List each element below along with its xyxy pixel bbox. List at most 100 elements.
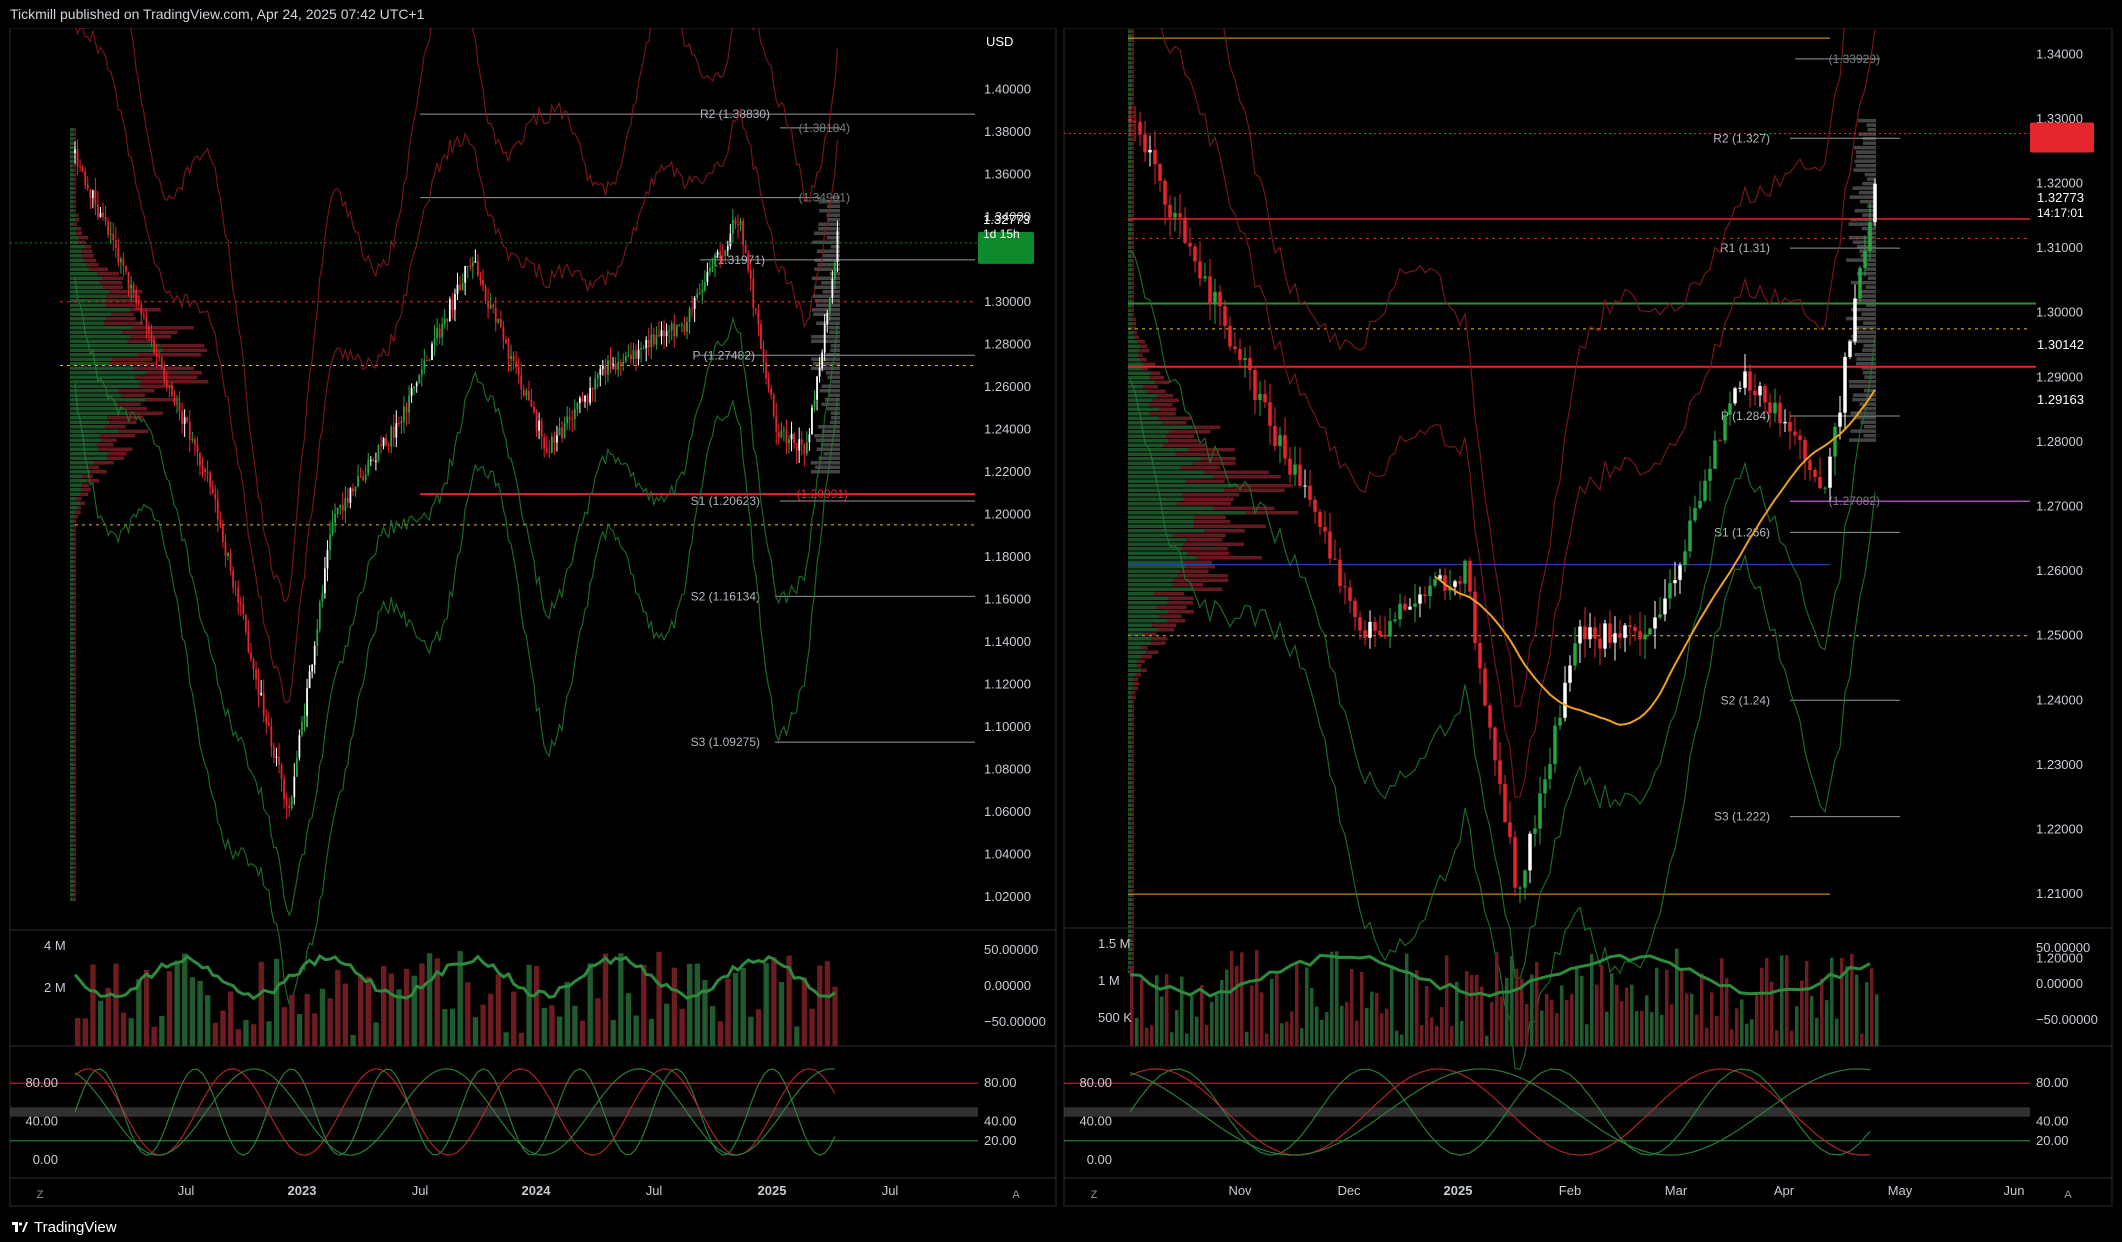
candle-body	[191, 439, 194, 441]
volume-profile-bar-up	[70, 461, 95, 465]
volume-profile-bar-down	[1132, 227, 1134, 231]
volume-profile-bar-down	[1131, 196, 1134, 200]
volume-profile-bar-down	[73, 186, 76, 190]
session-profile-bar	[1860, 253, 1876, 258]
volume-profile-bar-down	[1131, 848, 1134, 852]
right-scale-corner-z[interactable]: Z	[1091, 1189, 1098, 1201]
volume-profile-bar-up	[1128, 47, 1132, 51]
price-axis-label: 1.14000	[984, 634, 1031, 649]
volume-profile-bar-down	[1151, 637, 1168, 641]
volume-profile-bar-down	[73, 200, 76, 204]
candle-body	[831, 279, 834, 298]
left-scale-corner-z[interactable]: Z	[37, 1189, 44, 1201]
candle-body	[1318, 511, 1322, 527]
left-scale-corner-a[interactable]: A	[1012, 1189, 1020, 1201]
candle-body	[1633, 626, 1637, 632]
volume-osc-axis-label: 50.00000	[2036, 940, 2090, 955]
candle-body	[436, 328, 438, 339]
volume-bar	[1755, 993, 1759, 1046]
volume-profile-bar-up	[1128, 560, 1184, 564]
volume-profile-bar-down	[1131, 61, 1134, 65]
candle-body	[760, 324, 762, 350]
volume-profile-bar-down	[1130, 821, 1134, 825]
session-profile-bar	[1861, 312, 1876, 316]
candle-body	[1348, 587, 1352, 601]
candle-body	[487, 301, 489, 309]
volume-profile-bar-up	[70, 236, 79, 240]
session-profile-bar	[810, 470, 840, 474]
right-chart-panel[interactable]: 1.350001.340001.330001.320001.310001.300…	[1063, 28, 2113, 1207]
volume-profile-bar-down	[1130, 907, 1134, 911]
candle-body	[640, 348, 642, 350]
volume-profile-bar-down	[130, 308, 161, 312]
volume-profile-bar-up	[70, 425, 106, 429]
volume-profile-bar-up	[70, 821, 74, 825]
volume-profile-bar-down	[1137, 353, 1143, 357]
time-axis-label: 2024	[522, 1183, 552, 1198]
volume-profile-bar-up	[1128, 592, 1154, 596]
volume-bar	[1650, 1012, 1654, 1046]
right-scale-corner-a[interactable]: A	[2064, 1189, 2072, 1201]
volume-bar	[258, 961, 264, 1046]
volume-profile-bar-up	[1128, 754, 1131, 758]
volume-profile-bar-up	[1128, 718, 1132, 722]
volume-profile-bar-up	[70, 713, 74, 717]
volume-profile-bar-up	[1128, 425, 1193, 429]
candle-body	[94, 190, 97, 205]
volume-bar	[1695, 1014, 1699, 1046]
volume-profile-bar-down	[73, 641, 76, 645]
candle-body	[1533, 828, 1537, 834]
candle-body	[1503, 783, 1507, 823]
volume-profile-bar-down	[1131, 313, 1134, 317]
price-axis-label: 1.06000	[984, 804, 1031, 819]
volume-profile-bar-up	[1128, 214, 1132, 218]
volume-profile-bar-up	[70, 497, 77, 501]
chart-canvas[interactable]: 1.400001.380001.360001.340001.320001.300…	[0, 28, 2122, 1214]
volume-bar	[1410, 972, 1414, 1046]
volume-profile-bar-down	[73, 632, 76, 636]
volume-bar	[1185, 1033, 1189, 1046]
volume-profile-bar-down	[74, 848, 76, 852]
volume-bar	[503, 1032, 509, 1046]
candle-body	[456, 284, 459, 295]
price-axis-label: 1.26000	[984, 379, 1031, 394]
volume-profile-bar-down	[1172, 533, 1226, 537]
candle-body	[1813, 470, 1817, 477]
candle-body	[79, 166, 81, 168]
volume-bar	[312, 1013, 318, 1046]
volume-profile-bar-down	[1131, 691, 1136, 695]
volume-profile-bar-down	[1131, 110, 1134, 114]
volume-profile-bar-up	[1128, 673, 1136, 677]
volume-profile-bar-up	[1128, 52, 1132, 56]
candle-body	[645, 340, 648, 349]
volume-profile-bar-down	[1131, 178, 1134, 182]
candle-body	[255, 669, 257, 680]
candle-body	[589, 388, 591, 403]
volume-profile-bar-up	[70, 614, 75, 618]
volume-profile-bar-down	[1131, 718, 1134, 722]
candle-body	[234, 587, 237, 589]
candle-body	[1643, 634, 1647, 640]
volume-profile-bar-up	[1128, 263, 1132, 267]
volume-bar	[1700, 973, 1704, 1046]
volume-profile-bar-up	[70, 618, 73, 622]
volume-profile-bar-up	[1128, 340, 1138, 344]
volume-profile-bar-up	[70, 834, 75, 838]
volume-profile-bar-down	[73, 519, 77, 523]
left-chart-panel[interactable]: 1.400001.380001.360001.340001.320001.300…	[9, 28, 1057, 1207]
left-currency-label[interactable]: USD	[986, 34, 1013, 49]
stoch-axis-label-left: 40.00	[1079, 1114, 1112, 1129]
candle-body	[1158, 164, 1162, 181]
candle-body	[1468, 560, 1472, 592]
price-axis-label: 1.28000	[984, 336, 1031, 351]
session-profile-bar	[1855, 163, 1876, 168]
candle-body	[642, 348, 645, 350]
price-axis-label: 1.08000	[984, 761, 1031, 776]
volume-profile-bar-up	[70, 888, 74, 892]
volume-profile-bar-up	[70, 204, 74, 208]
volume-bar	[472, 1017, 479, 1046]
volume-profile-bar-down	[1131, 286, 1134, 290]
volume-profile-bar-up	[70, 663, 74, 667]
session-profile-bar	[1852, 397, 1876, 402]
candle-body	[252, 659, 255, 670]
